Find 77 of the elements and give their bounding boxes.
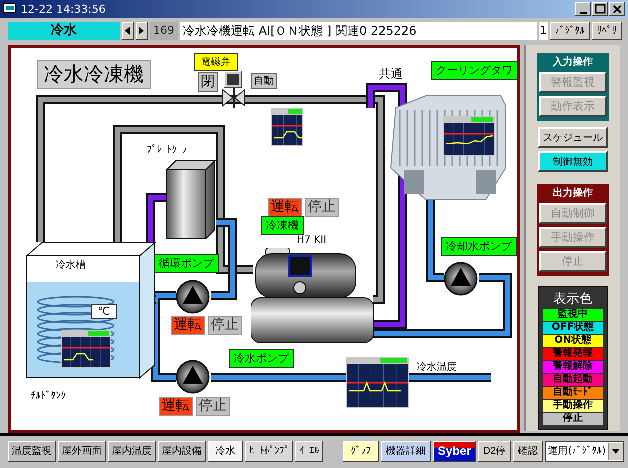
trend-chart — [61, 330, 111, 368]
minimize-icon — [580, 12, 586, 14]
stop-indicator: 停止 — [196, 397, 230, 416]
mode-button[interactable]: スケジュール — [538, 127, 608, 148]
next-button[interactable] — [136, 22, 148, 40]
legend-item: 警報解除 — [543, 361, 603, 373]
legend-item: 自動ﾓｰﾄﾞ — [543, 387, 603, 399]
legend-title: 表示色 — [552, 291, 594, 308]
temperature-label: 冷水温度 — [417, 360, 457, 374]
tank-label: 冷水槽 — [56, 258, 86, 272]
pump-label: 冷水ポンプ — [229, 349, 294, 368]
tool-button[interactable]: D2停 — [478, 440, 512, 462]
valve-switch-button[interactable] — [224, 71, 242, 88]
pump-icon — [176, 280, 210, 314]
logo-button[interactable]: Syber — [433, 440, 476, 462]
toolbar-button[interactable]: ﾃﾞｼﾞﾀﾙ — [550, 22, 590, 40]
tool-button[interactable]: 確認 — [513, 440, 544, 462]
model-label: H7 KII — [297, 235, 327, 246]
tool-button[interactable]: 機器詳細 — [381, 440, 432, 462]
pump-label: 冷却水ポンプ — [441, 237, 517, 256]
pump-icon — [176, 360, 210, 394]
maximize-button[interactable] — [592, 2, 608, 16]
trend-chart — [271, 108, 303, 146]
common-label: 共通 — [379, 66, 403, 83]
diagram-title: 冷水冷凍機 — [37, 60, 151, 89]
close-icon — [610, 2, 624, 16]
valve-icon — [222, 88, 246, 108]
screen-tab[interactable]: 屋内設備 — [158, 440, 206, 462]
previous-button[interactable] — [122, 22, 134, 40]
plate-cooler-label: ﾌﾟﾚｰﾄｸｰﾗ — [147, 144, 187, 156]
legend-item: 警報発報 — [543, 348, 603, 360]
trend-chart — [443, 116, 495, 156]
count-field: 1 — [539, 22, 548, 40]
trend-chart — [346, 357, 409, 408]
screen-tab[interactable]: 冷水 — [208, 440, 244, 462]
screen-name-field: 冷水 — [8, 22, 120, 40]
pump-label: 循環ポンプ — [154, 254, 219, 273]
legend-item: OFF状態 — [543, 322, 603, 334]
valve-label: 電磁弁 — [194, 53, 238, 71]
mode-button[interactable]: 制御無効 — [538, 151, 608, 172]
mode-dropdown[interactable]: 運用(ﾃﾞｼﾞﾀﾙ) — [545, 440, 624, 462]
toolbar-button[interactable]: ﾘﾍﾟﾘ — [592, 22, 622, 40]
pump-icon — [444, 262, 478, 296]
point-number: 169 — [150, 22, 178, 40]
run-indicator: 運転 — [159, 397, 193, 416]
tank-name-label: ﾁﾙﾄﾞﾀﾝｸ — [31, 390, 66, 402]
unit-label: ℃ — [91, 304, 118, 319]
legend-item: 停止 — [543, 413, 603, 425]
run-indicator: 運転 — [171, 316, 205, 335]
run-indicator: 運転 — [268, 198, 302, 217]
minimize-button[interactable] — [575, 2, 591, 16]
tool-button[interactable]: ｸﾞﾗﾌ — [343, 440, 380, 462]
tower-label: クーリングタワ — [431, 61, 518, 80]
legend-item: 自動起動 — [543, 374, 603, 386]
group-title: 入力操作 — [552, 56, 594, 69]
screen-tab[interactable]: 温度監視 — [8, 440, 56, 462]
legend-item: 監視中 — [543, 309, 603, 321]
legend-item: 手動操作 — [543, 400, 603, 412]
dropdown-arrow-icon — [612, 448, 620, 454]
legend-item: ON状態 — [543, 335, 603, 347]
app-icon — [3, 3, 17, 15]
stop-indicator: 停止 — [305, 198, 339, 217]
screen-tab[interactable]: 屋外画面 — [58, 440, 106, 462]
close-indicator: 閉 — [198, 72, 218, 92]
mode-indicator: 自動 — [251, 73, 277, 89]
left-arrow-icon — [125, 27, 131, 35]
chiller-label: 冷凍機 — [261, 216, 304, 235]
screen-tab[interactable]: ｲｰｴﾙ — [295, 440, 324, 462]
window-title: 12-22 14:33:56 — [21, 2, 107, 16]
close-button[interactable] — [609, 2, 625, 16]
message-field: 冷水冷機運転 AI[ＯＮ状態 ] 関連0 225226 — [180, 22, 537, 40]
right-arrow-icon — [139, 27, 145, 35]
maximize-icon — [594, 2, 606, 16]
screen-tab[interactable]: 屋内温度 — [108, 440, 156, 462]
stop-indicator: 停止 — [208, 316, 242, 335]
group-title: 出力操作 — [552, 186, 594, 200]
screen-tab[interactable]: ﾋｰﾄﾎﾟﾝﾌﾟ — [245, 440, 294, 462]
